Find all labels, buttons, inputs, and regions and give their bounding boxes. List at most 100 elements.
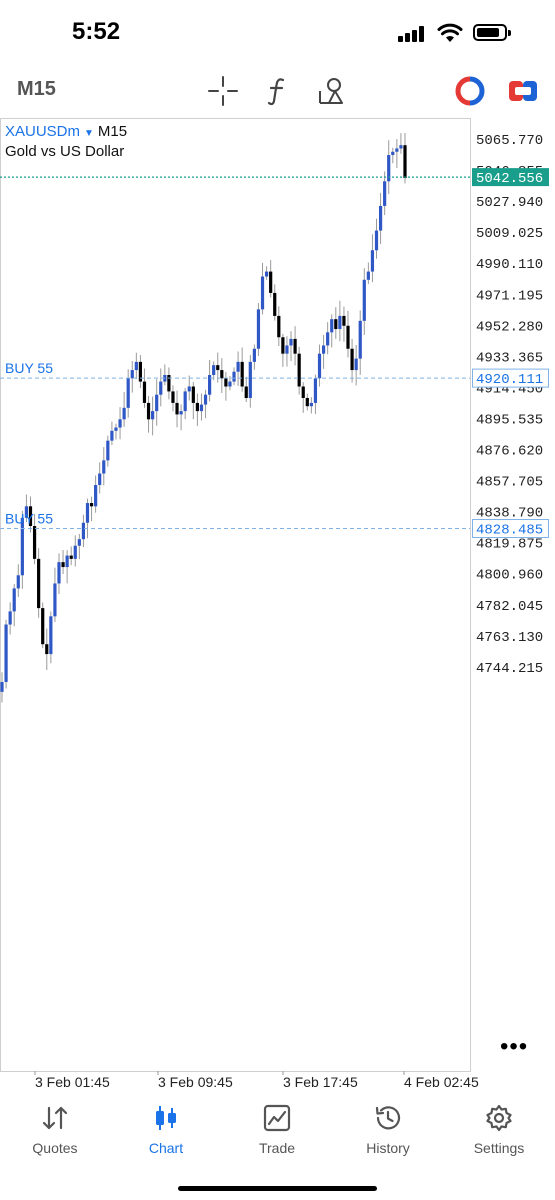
candle-body — [159, 381, 163, 395]
tab-trade[interactable]: Trade — [227, 1103, 327, 1156]
candle-body — [289, 338, 293, 346]
candle-body — [256, 309, 261, 349]
candle-body — [366, 271, 370, 280]
y-axis-tick-label: 4990.110 — [476, 257, 543, 273]
candle-body — [130, 370, 134, 379]
candle-body — [4, 624, 8, 682]
candle-body — [301, 386, 305, 398]
price-chart[interactable]: 5065.7705046.8555027.9405009.0254990.110… — [0, 118, 555, 1090]
candle-body — [8, 611, 12, 625]
y-axis-tick-label: 4952.280 — [476, 319, 543, 335]
more-options-icon[interactable]: ••• — [500, 1035, 528, 1059]
symbol-description: Gold vs US Dollar — [5, 143, 125, 160]
tab-quotes[interactable]: Quotes — [5, 1103, 105, 1156]
quotes-icon — [42, 1106, 68, 1130]
candle-body — [248, 361, 252, 398]
candle-body — [37, 558, 41, 609]
candle-body — [326, 332, 330, 346]
candle-body — [175, 402, 179, 415]
one-click-trading-icon[interactable] — [453, 74, 487, 108]
order-price-tag: 4828.485 — [476, 523, 543, 539]
history-clock-icon — [375, 1106, 401, 1130]
status-bar: 5:52 — [0, 0, 555, 64]
candle-body — [212, 365, 216, 376]
candle-body — [151, 411, 155, 420]
y-axis-tick-label: 4744.215 — [476, 661, 543, 677]
cellular-signal-icon — [398, 26, 428, 42]
chart-toolbar: M15 — [0, 64, 555, 116]
candle-body — [53, 583, 57, 617]
candle-body — [134, 361, 138, 371]
tab-label: Chart — [148, 1140, 184, 1156]
candle-body — [110, 430, 114, 441]
candle-body — [285, 345, 289, 354]
crosshair-icon[interactable] — [206, 74, 240, 108]
chart-frame — [0, 118, 471, 1072]
candle-body — [106, 440, 110, 461]
trade-panel-icon[interactable] — [506, 74, 540, 108]
candle-body — [122, 407, 126, 420]
candle-body — [216, 365, 220, 371]
candle-body — [309, 402, 313, 407]
trade-chart-icon — [263, 1104, 291, 1132]
candle-body — [281, 337, 285, 354]
candle-body — [334, 319, 338, 330]
function-icon[interactable] — [261, 74, 295, 108]
symbol-label[interactable]: XAUUSDm ▼ M15 — [5, 123, 127, 140]
candle-body — [370, 250, 375, 272]
tab-label: Quotes — [32, 1140, 78, 1156]
tab-chart[interactable]: Chart — [116, 1103, 216, 1156]
candle-body — [313, 378, 318, 403]
tab-history[interactable]: History — [338, 1103, 438, 1156]
candle-body — [236, 361, 240, 372]
candle-body — [77, 539, 81, 546]
candle-body — [228, 381, 232, 387]
candle-body — [317, 353, 322, 379]
candle-body — [220, 370, 224, 379]
bid-price-tag: 5042.556 — [476, 171, 543, 187]
candle-body — [338, 315, 342, 330]
candle-body — [277, 315, 281, 338]
symbol-dropdown-icon[interactable]: ▼ — [84, 128, 94, 139]
candle-body — [102, 460, 106, 474]
candle-body — [98, 473, 102, 485]
candle-body — [240, 361, 244, 387]
candle-body — [138, 361, 143, 382]
battery-icon — [473, 24, 511, 41]
order-price-tag: 4920.111 — [476, 372, 543, 388]
candle-body — [260, 276, 265, 310]
candle-body — [346, 325, 350, 349]
home-indicator — [178, 1186, 377, 1191]
y-axis-tick-label: 4819.875 — [476, 537, 543, 553]
tab-label: Settings — [473, 1140, 525, 1156]
y-axis-tick-label: 4800.960 — [476, 568, 543, 584]
candle-body — [32, 526, 37, 559]
candle-body — [12, 588, 16, 612]
candle-body — [399, 145, 403, 149]
tab-label: History — [366, 1140, 410, 1156]
y-axis-tick-label: 4857.705 — [476, 475, 543, 491]
candle-body — [191, 386, 195, 403]
candle-body — [403, 145, 407, 179]
candle-body — [179, 411, 183, 415]
candle-body — [126, 378, 130, 408]
candle-body — [330, 319, 334, 333]
candle-body — [146, 402, 151, 420]
y-axis-tick-label: 4876.620 — [476, 444, 543, 460]
candle-body — [269, 271, 273, 293]
candle-body — [273, 292, 277, 316]
bottom-tab-bar: Quotes Chart Trade History Settings — [0, 1093, 555, 1200]
x-axis-tick-label: 4 Feb 02:45 — [404, 1074, 479, 1090]
candle-body — [232, 371, 236, 382]
candle-body — [167, 375, 171, 392]
symbol-timeframe: M15 — [97, 123, 128, 140]
y-axis-tick-label: 5027.940 — [476, 195, 543, 211]
candle-body — [73, 545, 77, 559]
tab-settings[interactable]: Settings — [449, 1103, 549, 1156]
objects-icon[interactable] — [315, 74, 349, 108]
candle-body — [391, 151, 395, 156]
chart-canvas[interactable]: 5065.7705046.8555027.9405009.0254990.110… — [0, 118, 555, 1098]
x-axis-tick-label: 3 Feb 09:45 — [158, 1074, 233, 1090]
timeframe-button[interactable]: M15 — [17, 78, 56, 101]
candle-body — [199, 404, 204, 412]
